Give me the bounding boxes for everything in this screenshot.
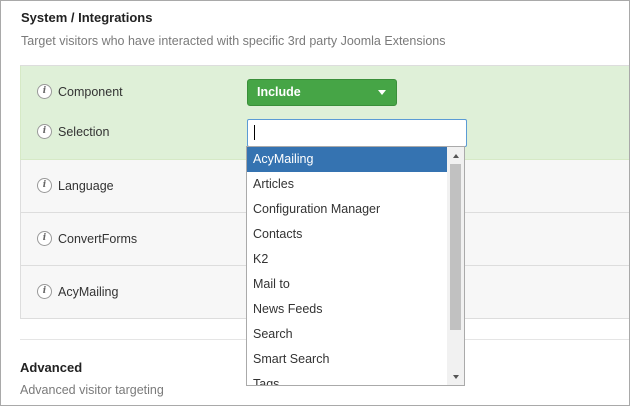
acymailing-label: AcyMailing xyxy=(58,284,119,299)
text-cursor xyxy=(254,125,255,140)
caret-down-icon xyxy=(378,90,386,95)
info-icon[interactable]: i xyxy=(37,124,52,139)
field-component: i Component xyxy=(37,84,123,99)
scroll-up-button[interactable] xyxy=(447,147,464,164)
convertforms-label: ConvertForms xyxy=(58,231,138,246)
info-icon[interactable]: i xyxy=(37,231,52,246)
scroll-down-button[interactable] xyxy=(447,368,464,385)
info-icon[interactable]: i xyxy=(37,178,52,193)
dropdown-option[interactable]: AcyMailing xyxy=(247,147,448,172)
section-description: Target visitors who have interacted with… xyxy=(21,34,446,48)
dropdown-option[interactable]: Tags xyxy=(247,372,448,385)
language-label: Language xyxy=(58,178,114,193)
advanced-title: Advanced xyxy=(20,360,83,375)
component-label: Component xyxy=(58,84,123,99)
scrollbar-thumb[interactable] xyxy=(450,164,461,330)
panel-frame: System / Integrations Target visitors wh… xyxy=(0,0,630,406)
info-icon[interactable]: i xyxy=(37,84,52,99)
field-convertforms: i ConvertForms xyxy=(37,231,137,246)
dropdown-option[interactable]: Mail to xyxy=(247,272,448,297)
include-select-value: Include xyxy=(257,85,301,99)
field-selection: i Selection xyxy=(37,124,109,139)
dropdown-option[interactable]: K2 xyxy=(247,247,448,272)
dropdown-option[interactable]: Smart Search xyxy=(247,347,448,372)
dropdown-option[interactable]: News Feeds xyxy=(247,297,448,322)
section-title: System / Integrations xyxy=(21,10,153,25)
field-language: i Language xyxy=(37,178,114,193)
dropdown-option[interactable]: Search xyxy=(247,322,448,347)
arrow-up-icon xyxy=(452,153,459,158)
advanced-description: Advanced visitor targeting xyxy=(20,383,164,397)
dropdown-option[interactable]: Contacts xyxy=(247,222,448,247)
info-icon[interactable]: i xyxy=(37,284,52,299)
selection-search-input[interactable] xyxy=(247,119,467,147)
arrow-down-icon xyxy=(452,374,459,379)
include-select[interactable]: Include xyxy=(247,79,397,106)
field-acymailing: i AcyMailing xyxy=(37,284,118,299)
dropdown-scrollbar[interactable] xyxy=(447,147,464,385)
selection-label: Selection xyxy=(58,124,110,139)
selection-dropdown[interactable]: AcyMailing Articles Configuration Manage… xyxy=(246,146,465,386)
dropdown-option[interactable]: Articles xyxy=(247,172,448,197)
dropdown-option[interactable]: Configuration Manager xyxy=(247,197,448,222)
dropdown-options: AcyMailing Articles Configuration Manage… xyxy=(247,147,448,385)
